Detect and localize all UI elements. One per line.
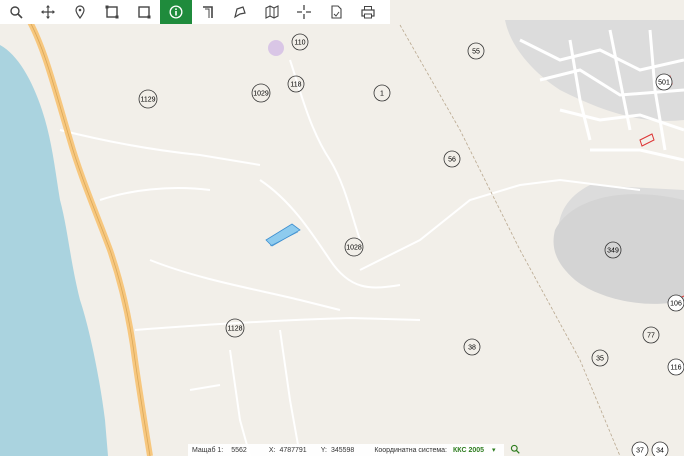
scale-value: 5562	[231, 446, 247, 454]
search-icon[interactable]	[510, 444, 520, 456]
svg-text:1128: 1128	[227, 326, 242, 333]
document-tool[interactable]	[320, 0, 352, 24]
svg-text:56: 56	[448, 157, 456, 164]
svg-text:106: 106	[670, 301, 682, 308]
measure-line-tool[interactable]	[192, 0, 224, 24]
x-label: X:	[268, 446, 276, 454]
y-coordinate: 345598	[330, 446, 355, 454]
y-label: Y:	[320, 446, 327, 454]
svg-text:118: 118	[290, 82, 301, 89]
svg-text:501: 501	[658, 80, 670, 87]
square-select-icon	[105, 5, 119, 19]
svg-text:37: 37	[636, 448, 644, 455]
measure-line-icon	[203, 6, 213, 18]
parcel-label[interactable]: 34	[651, 441, 669, 456]
landmark-feature	[268, 40, 284, 56]
zoom-tool[interactable]	[0, 0, 32, 24]
map-layers-icon	[265, 5, 279, 19]
rect-select-tool[interactable]	[128, 0, 160, 24]
info-tool[interactable]	[160, 0, 192, 24]
measure-area-tool[interactable]	[224, 0, 256, 24]
svg-text:349: 349	[607, 248, 619, 255]
svg-text:110: 110	[294, 40, 305, 47]
square-select-tool[interactable]	[96, 0, 128, 24]
zoom-icon	[10, 6, 23, 19]
svg-text:55: 55	[472, 49, 480, 56]
svg-text:34: 34	[656, 448, 664, 455]
x-coordinate: 4787791	[279, 446, 307, 454]
parcel-label[interactable]: 501	[655, 73, 673, 91]
svg-text:1129: 1129	[140, 97, 155, 104]
map-toolbar	[0, 0, 390, 24]
measure-area-icon	[234, 6, 246, 19]
status-bar: Мащаб 1: 5562 X: 4787791 Y: 345598 Коорд…	[188, 444, 520, 456]
crs-select[interactable]: ККС 2005	[453, 447, 484, 454]
parcel-label[interactable]: 116	[667, 358, 684, 376]
svg-text:35: 35	[596, 356, 604, 363]
document-icon	[331, 5, 342, 19]
cadastral-map[interactable]: 110 55 501 1129 1029 118 1 56 1028 349 1…	[0, 0, 684, 456]
svg-text:116: 116	[670, 365, 681, 372]
info-icon	[169, 5, 183, 19]
pan-tool[interactable]	[32, 0, 64, 24]
parcel-label[interactable]: 106	[667, 294, 684, 312]
parcel-label[interactable]: 37	[631, 441, 649, 456]
svg-text:38: 38	[468, 345, 476, 352]
crosshair-tool[interactable]	[288, 0, 320, 24]
pin-tool[interactable]	[64, 0, 96, 24]
crosshair-icon	[297, 5, 311, 19]
map-layers-tool[interactable]	[256, 0, 288, 24]
crs-label: Координатна система:	[374, 446, 447, 454]
pan-icon	[41, 5, 55, 19]
rect-select-icon	[138, 6, 151, 19]
svg-text:1029: 1029	[253, 91, 269, 98]
svg-text:1028: 1028	[346, 245, 362, 252]
pin-icon	[75, 5, 85, 19]
chevron-down-icon[interactable]: ▾	[492, 446, 496, 454]
svg-text:77: 77	[647, 333, 655, 340]
print-tool[interactable]	[352, 0, 384, 24]
print-icon	[361, 6, 375, 19]
scale-label: Мащаб 1:	[192, 446, 224, 454]
svg-text:1: 1	[380, 91, 384, 98]
